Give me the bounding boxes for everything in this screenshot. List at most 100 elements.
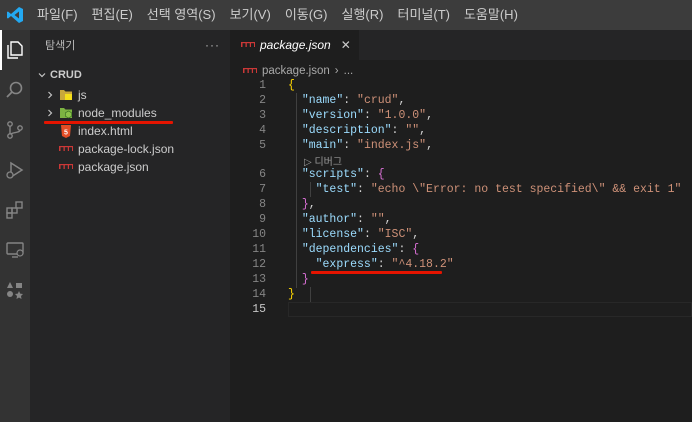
code-text: }, bbox=[301, 198, 316, 211]
chevron-right-icon bbox=[42, 108, 58, 118]
code-line: 7 "test": "echo \"Error: no test specifi… bbox=[230, 182, 692, 197]
line-number: 11 bbox=[252, 243, 266, 256]
npm-icon bbox=[240, 38, 256, 52]
html5-icon: 5 bbox=[58, 124, 74, 138]
code-line: 15 bbox=[230, 302, 692, 317]
close-icon[interactable]: ✕ bbox=[341, 38, 351, 52]
menu-edit[interactable]: 편집(E) bbox=[85, 0, 140, 30]
tree-item-label: index.html bbox=[78, 124, 133, 138]
tab-label: package.json bbox=[260, 38, 331, 52]
npm-icon bbox=[58, 142, 74, 156]
menu-view[interactable]: 보기(V) bbox=[223, 0, 278, 30]
menu-run[interactable]: 실행(R) bbox=[335, 0, 391, 30]
code-text: "main": "index.js", bbox=[301, 139, 433, 152]
code-line: 11 "dependencies": { bbox=[230, 242, 692, 257]
extensions-icon[interactable] bbox=[0, 195, 30, 225]
code-text: "dependencies": { bbox=[301, 243, 420, 256]
chevron-down-icon bbox=[34, 70, 50, 80]
tree-file-package-json[interactable]: package.json bbox=[30, 158, 230, 176]
tree-folder-node-modules[interactable]: node_modules bbox=[30, 104, 230, 124]
line-number: 1 bbox=[259, 79, 266, 92]
code-line: 13 } bbox=[230, 272, 692, 287]
tree-item-label: js bbox=[78, 88, 87, 102]
code-text: } bbox=[288, 288, 295, 301]
line-number: 13 bbox=[252, 273, 266, 286]
code-line: 1{ bbox=[230, 78, 692, 93]
testing-icon[interactable] bbox=[0, 275, 30, 305]
code-line: 10 "license": "ISC", bbox=[230, 227, 692, 242]
js-folder-icon bbox=[58, 88, 74, 102]
menu-go[interactable]: 이동(G) bbox=[278, 0, 335, 30]
run-debug-icon[interactable] bbox=[0, 155, 30, 185]
code-text: } bbox=[301, 273, 309, 286]
code-text: "description": "", bbox=[301, 124, 427, 137]
code-line: 4 "description": "", bbox=[230, 123, 692, 138]
tree-item-label: package.json bbox=[78, 160, 149, 174]
code-text: "name": "crud", bbox=[301, 94, 406, 107]
line-number: 12 bbox=[252, 258, 266, 271]
npm-icon bbox=[242, 64, 258, 78]
code-text: "test": "echo \"Error: no test specified… bbox=[315, 183, 682, 196]
code-text: "version": "1.0.0", bbox=[301, 109, 433, 122]
vscode-logo-icon bbox=[0, 0, 30, 30]
activity-bar bbox=[0, 30, 30, 422]
breadcrumb-file[interactable]: package.json bbox=[262, 65, 330, 77]
menu-bar: 파일(F) 편집(E) 선택 영역(S) 보기(V) 이동(G) 실행(R) 터… bbox=[0, 0, 692, 30]
code-text: "author": "", bbox=[301, 213, 392, 226]
code-text: { bbox=[288, 79, 295, 92]
line-number: 9 bbox=[259, 213, 266, 226]
code-text: "license": "ISC", bbox=[301, 228, 420, 241]
remote-explorer-icon[interactable] bbox=[0, 235, 30, 265]
code-text: "scripts": { bbox=[301, 168, 385, 181]
editor-area: package.json ✕ package.json › ... 1{2 "n… bbox=[230, 30, 692, 422]
explorer-icon[interactable] bbox=[0, 35, 30, 65]
tree-folder-js[interactable]: js bbox=[30, 86, 230, 104]
tree-file-index-html[interactable]: 5 index.html bbox=[30, 122, 230, 140]
menu-selection[interactable]: 선택 영역(S) bbox=[140, 0, 223, 30]
tree-file-package-lock-json[interactable]: package-lock.json bbox=[30, 140, 230, 158]
code-line: 2 "name": "crud", bbox=[230, 93, 692, 108]
npm-icon bbox=[58, 160, 74, 174]
line-number: 8 bbox=[259, 198, 266, 211]
explorer-sidebar: 탐색기 ··· CRUD js node_modules 5 index.htm… bbox=[30, 30, 230, 422]
chevron-right-icon bbox=[42, 90, 58, 100]
line-number: 4 bbox=[259, 124, 266, 137]
line-number: 14 bbox=[252, 288, 266, 301]
line-number: 7 bbox=[259, 183, 266, 196]
code-line: 12 "express": "^4.18.2" bbox=[230, 257, 692, 274]
source-control-icon[interactable] bbox=[0, 115, 30, 145]
code-line: 3 "version": "1.0.0", bbox=[230, 108, 692, 123]
tab-package-json[interactable]: package.json ✕ bbox=[230, 30, 359, 60]
explorer-header: 탐색기 ··· bbox=[30, 30, 230, 60]
workspace-section[interactable]: CRUD bbox=[30, 64, 230, 86]
tree-item-label: package-lock.json bbox=[78, 142, 175, 156]
code-line: 6 "scripts": { bbox=[230, 167, 692, 182]
svg-text:5: 5 bbox=[64, 129, 68, 136]
tree-item-label: node_modules bbox=[78, 106, 157, 120]
breadcrumb-more[interactable]: ... bbox=[344, 65, 354, 77]
code-line: 8 }, bbox=[230, 197, 692, 212]
node-folder-icon bbox=[58, 106, 74, 120]
code-line: 14} bbox=[230, 287, 692, 302]
tab-bar: package.json ✕ bbox=[230, 30, 692, 60]
current-line-highlight bbox=[288, 302, 692, 317]
menu-terminal[interactable]: 터미널(T) bbox=[390, 0, 456, 30]
line-number: 6 bbox=[259, 168, 266, 181]
explorer-title: 탐색기 bbox=[45, 40, 76, 52]
codelens-debug[interactable]: ▷ 디버그 bbox=[230, 153, 692, 168]
indent-guide bbox=[310, 182, 311, 197]
menu-help[interactable]: 도움말(H) bbox=[457, 0, 525, 30]
line-number: 10 bbox=[252, 228, 266, 241]
indent-guide bbox=[310, 287, 311, 302]
line-number: 2 bbox=[259, 94, 266, 107]
search-icon[interactable] bbox=[0, 75, 30, 105]
workspace-name: CRUD bbox=[50, 69, 82, 81]
menu-file[interactable]: 파일(F) bbox=[30, 0, 85, 30]
more-actions-button[interactable]: ··· bbox=[205, 38, 220, 52]
code-editor[interactable]: 1{2 "name": "crud", 3 "version": "1.0.0",… bbox=[230, 78, 692, 317]
code-line: 9 "author": "", bbox=[230, 212, 692, 227]
breadcrumb-separator: › bbox=[334, 65, 339, 77]
line-number: 5 bbox=[259, 139, 266, 152]
code-text: "express": "^4.18.2" bbox=[315, 258, 454, 271]
line-number: 15 bbox=[252, 303, 266, 316]
